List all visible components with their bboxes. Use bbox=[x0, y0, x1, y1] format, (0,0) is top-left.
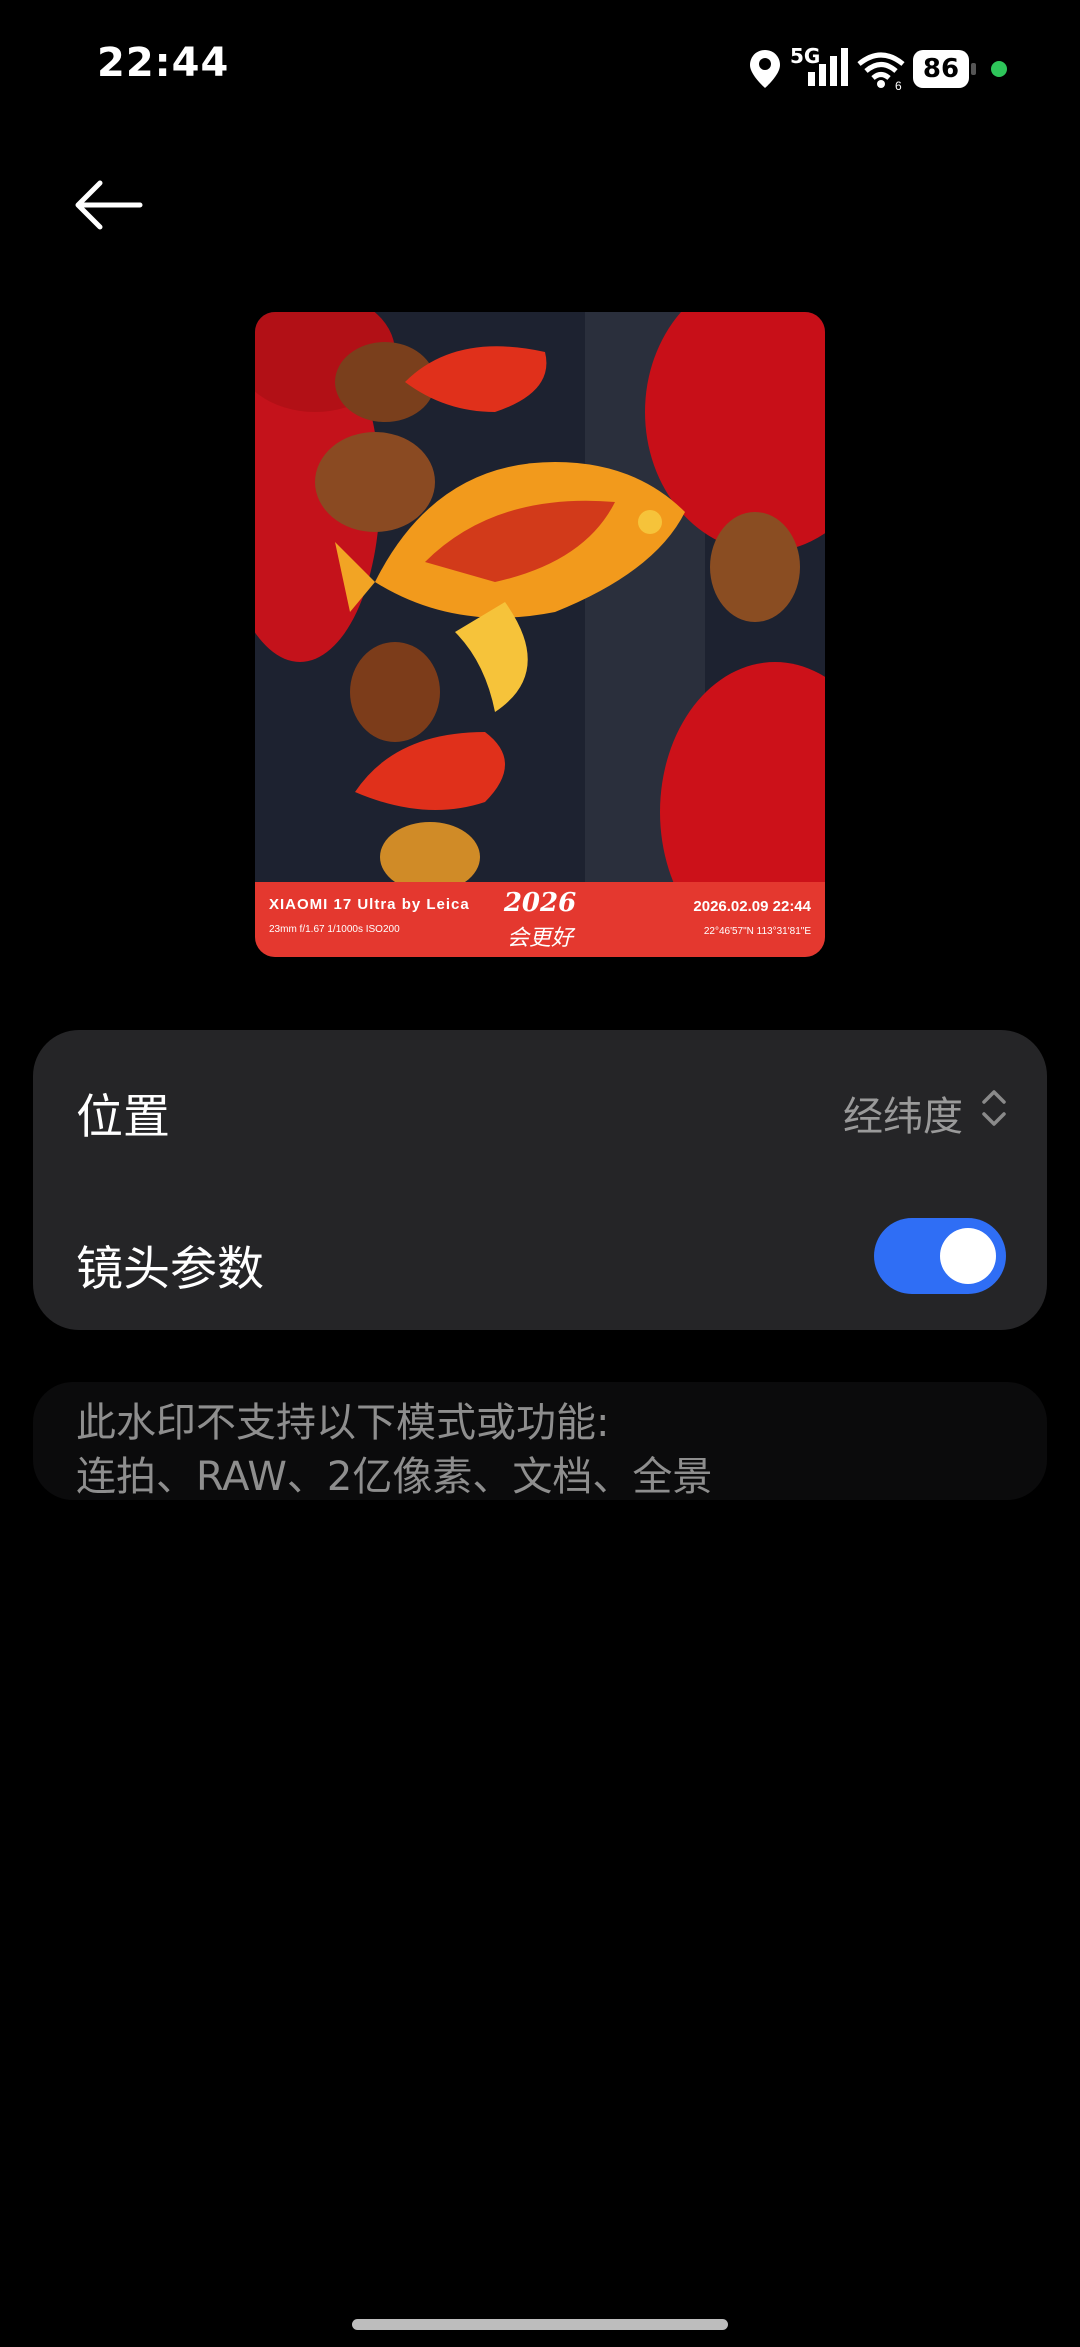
notice-line-2: 连拍、RAW、2亿像素、文档、全景 bbox=[76, 1454, 713, 1500]
status-time: 22:44 bbox=[97, 40, 230, 86]
watermark-strip: XIAOMI 17 Ultra by Leica 23mm f/1.67 1/1… bbox=[255, 882, 825, 957]
lens-params-toggle[interactable] bbox=[874, 1218, 1006, 1294]
status-bar: 22:44 5G 6 86 bbox=[0, 0, 1080, 140]
wifi-icon: 6 bbox=[857, 52, 905, 90]
location-select[interactable]: 经纬度 bbox=[843, 1084, 963, 1142]
location-icon bbox=[750, 50, 780, 88]
cellular-signal-icon bbox=[808, 48, 848, 86]
svg-text:6: 6 bbox=[895, 79, 902, 90]
preview-photo bbox=[255, 312, 825, 957]
unsupported-notice: 此水印不支持以下模式或功能: 连拍、RAW、2亿像素、文档、全景 bbox=[33, 1382, 1047, 1500]
back-button[interactable] bbox=[70, 170, 150, 240]
lens-params-label: 镜头参数 bbox=[76, 1242, 264, 1297]
watermark-coords: 22°46'57"N 113°31'81"E bbox=[703, 926, 811, 937]
home-indicator[interactable] bbox=[352, 2319, 728, 2330]
toggle-knob bbox=[940, 1228, 996, 1284]
notice-line-1: 此水印不支持以下模式或功能: bbox=[76, 1400, 610, 1446]
arrow-left-icon bbox=[75, 180, 143, 230]
privacy-dot-icon bbox=[991, 61, 1007, 77]
watermark-date: 2026.02.09 22:44 bbox=[693, 898, 811, 915]
watermark-preview: XIAOMI 17 Ultra by Leica 23mm f/1.67 1/1… bbox=[255, 312, 825, 957]
chevron-updown-icon[interactable] bbox=[979, 1084, 1009, 1132]
settings-card: 位置 经纬度 镜头参数 bbox=[33, 1030, 1047, 1330]
battery-icon: 86 bbox=[913, 50, 969, 88]
battery-tip bbox=[971, 63, 976, 75]
location-label: 位置 bbox=[76, 1090, 170, 1145]
